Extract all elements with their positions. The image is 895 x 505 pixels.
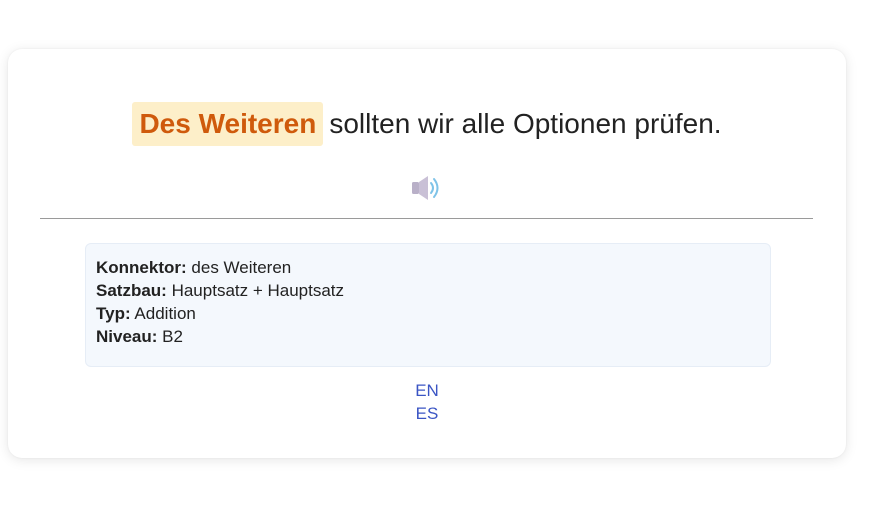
connector-highlight: Des Weiteren xyxy=(132,102,324,146)
language-links: EN ES xyxy=(8,379,846,425)
info-label: Konnektor: xyxy=(96,258,187,277)
speaker-icon[interactable] xyxy=(410,173,446,203)
info-value: B2 xyxy=(162,327,183,346)
language-link-es[interactable]: ES xyxy=(407,402,447,425)
info-value: Addition xyxy=(134,304,196,323)
info-row-structure: Satzbau: Hauptsatz + Hauptsatz xyxy=(96,279,760,302)
info-row-connector: Konnektor: des Weiteren xyxy=(96,256,760,279)
info-label: Satzbau: xyxy=(96,281,167,300)
sentence-rest: sollten wir alle Optionen prüfen. xyxy=(329,108,722,139)
info-value: Hauptsatz + Hauptsatz xyxy=(171,281,345,300)
info-row-level: Niveau: B2 xyxy=(96,325,760,348)
language-link-en[interactable]: EN xyxy=(407,379,447,402)
connector-info-box: Konnektor: des Weiteren Satzbau: Hauptsa… xyxy=(85,243,771,367)
info-row-type: Typ: Addition xyxy=(96,302,760,325)
example-sentence: Des Weiteren sollten wir alle Optionen pr… xyxy=(8,102,846,146)
info-label: Niveau: xyxy=(96,327,158,346)
divider xyxy=(40,218,813,219)
sentence-card: Des Weiteren sollten wir alle Optionen pr… xyxy=(8,49,846,458)
info-label: Typ: xyxy=(96,304,131,323)
info-value: des Weiteren xyxy=(191,258,292,277)
